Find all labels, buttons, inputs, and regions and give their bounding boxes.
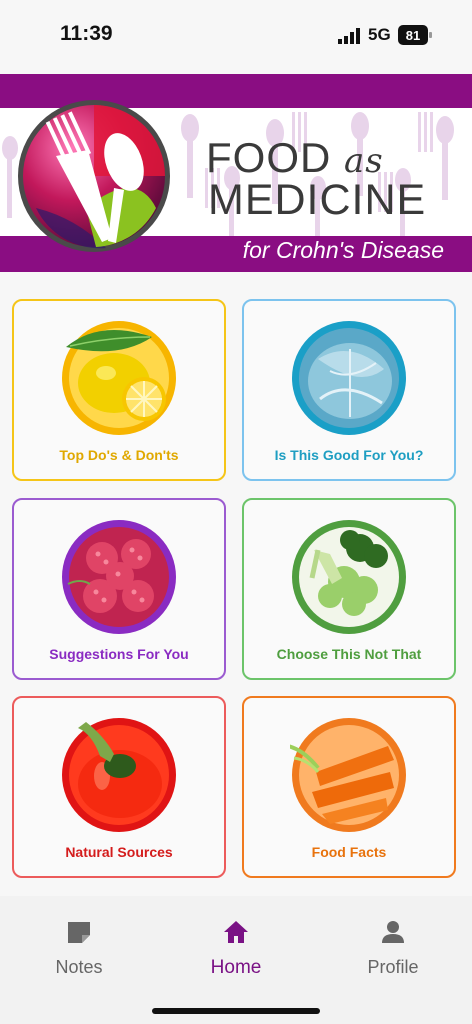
nav-home[interactable]: Home xyxy=(176,918,296,979)
banner-title-medicine: MEDICINE xyxy=(208,176,427,224)
raspberry-icon xyxy=(62,520,176,634)
nav-profile[interactable]: Profile xyxy=(333,918,453,978)
tile-label: Top Do's & Don'ts xyxy=(59,447,179,463)
home-icon xyxy=(224,921,248,943)
carrot-icon xyxy=(290,718,406,832)
broccoli-icon xyxy=(292,520,406,634)
nav-notes[interactable]: Notes xyxy=(19,918,139,978)
battery-level: 81 xyxy=(406,28,420,43)
tile-natural-sources[interactable]: Natural Sources xyxy=(12,696,226,878)
pepper-icon xyxy=(62,718,176,832)
nav-profile-label: Profile xyxy=(367,957,419,977)
tile-label: Is This Good For You? xyxy=(274,447,424,463)
fork-spoon-logo xyxy=(18,100,170,252)
status-bar: 11:39 5G 81 xyxy=(0,0,472,74)
lemon-icon xyxy=(62,321,176,435)
banner-subtitle: for Crohn's Disease xyxy=(242,237,444,263)
tile-food-facts[interactable]: Food Facts xyxy=(242,696,456,878)
app-banner: FOOD as MEDICINE for Crohn's Disease xyxy=(0,74,472,272)
nav-home-label: Home xyxy=(210,957,262,978)
tile-top-dos-donts[interactable]: Top Do's & Don'ts xyxy=(12,299,226,481)
title-as-text: as xyxy=(344,141,384,181)
tile-suggestions[interactable]: Suggestions For You xyxy=(12,498,226,680)
cabbage-icon xyxy=(292,321,406,435)
tile-label: Suggestions For You xyxy=(49,646,189,662)
tile-choose-this[interactable]: Choose This Not That xyxy=(242,498,456,680)
tile-label: Food Facts xyxy=(311,844,387,860)
notes-icon xyxy=(68,922,90,943)
battery-icon: 81 xyxy=(398,25,432,45)
tile-is-this-good[interactable]: Is This Good For You? xyxy=(242,299,456,481)
tile-label: Choose This Not That xyxy=(276,646,422,662)
bottom-nav: Notes Home Profile xyxy=(0,896,472,1024)
banner-title-food: FOOD as xyxy=(206,134,384,182)
network-type: 5G xyxy=(368,25,391,44)
signal-icon xyxy=(338,28,360,44)
home-indicator xyxy=(152,1008,320,1014)
tile-label: Natural Sources xyxy=(65,844,173,860)
profile-icon xyxy=(382,921,404,943)
status-time: 11:39 xyxy=(60,22,113,45)
nav-notes-label: Notes xyxy=(55,957,103,977)
title-food-text: FOOD xyxy=(206,134,332,181)
